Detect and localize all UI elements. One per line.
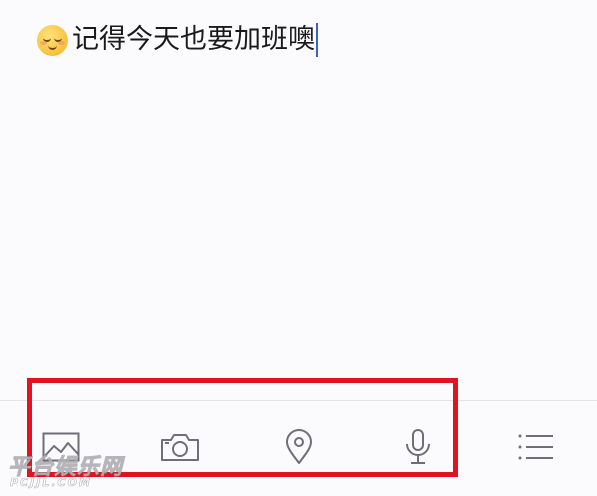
camera-button[interactable] [156, 425, 204, 469]
voice-input-button[interactable] [394, 425, 442, 469]
camera-icon [161, 434, 199, 461]
note-text[interactable]: 记得今天也要加班噢 [72, 22, 315, 58]
note-text-line[interactable]: 记得今天也要加班噢 [37, 22, 318, 58]
list-button[interactable] [512, 425, 560, 469]
location-pin-icon [286, 429, 312, 464]
note-editor-screen: 记得今天也要加班噢 平台娱乐网 PCJJL.COM [0, 0, 597, 496]
list-icon [518, 434, 553, 460]
text-cursor [316, 23, 318, 57]
bottom-toolbar [0, 400, 597, 496]
image-icon [42, 432, 80, 462]
relieved-face-emoji-icon [37, 24, 68, 56]
note-editor[interactable]: 记得今天也要加班噢 [0, 0, 597, 400]
location-button[interactable] [275, 425, 323, 469]
microphone-icon [406, 429, 430, 464]
insert-image-button[interactable] [37, 425, 85, 469]
